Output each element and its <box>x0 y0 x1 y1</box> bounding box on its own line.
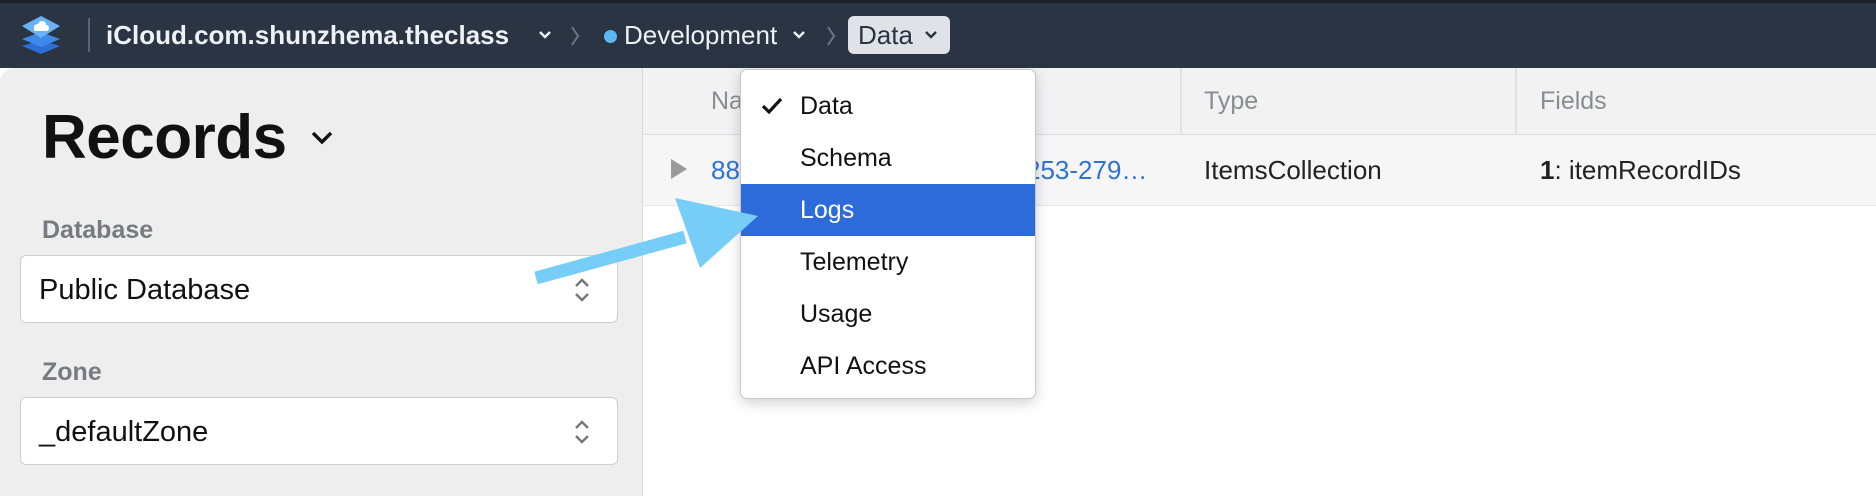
chevron-right-icon <box>827 26 836 46</box>
environment-status-dot <box>604 30 617 43</box>
database-label: Database <box>42 216 154 244</box>
zone-select[interactable]: _defaultZone <box>20 397 618 465</box>
chevron-down-icon[interactable] <box>310 130 334 146</box>
record-fields-names: : itemRecordIDs <box>1554 155 1741 185</box>
breadcrumb-environment[interactable]: Development <box>624 20 777 50</box>
page-title: Records <box>42 103 287 172</box>
menu-item-usage[interactable]: Usage <box>741 288 1035 340</box>
menu-item-label: Telemetry <box>800 248 909 276</box>
updown-chevron-icon <box>575 278 589 302</box>
updown-chevron-icon <box>575 420 589 444</box>
cloudkit-layers-icon[interactable] <box>18 12 64 58</box>
database-select-value: Public Database <box>39 274 251 306</box>
menu-item-label: API Access <box>800 352 927 380</box>
record-fields: 1: itemRecordIDs <box>1540 154 1741 186</box>
database-select[interactable]: Public Database <box>20 255 618 323</box>
disclosure-triangle-icon[interactable] <box>671 159 687 179</box>
records-sidebar: Records Database Public Database Zone _d… <box>0 68 643 496</box>
zone-select-value: _defaultZone <box>39 416 209 448</box>
toolbar-separator <box>88 18 90 52</box>
record-fields-count: 1 <box>1540 155 1555 185</box>
column-header-type[interactable]: Type <box>1204 86 1258 116</box>
menu-item-logs[interactable]: Logs <box>741 184 1035 236</box>
menu-item-data[interactable]: Data <box>741 80 1035 132</box>
chevron-down-icon[interactable] <box>792 30 806 40</box>
column-header-fields[interactable]: Fields <box>1540 86 1607 116</box>
chevron-down-icon[interactable] <box>538 30 552 40</box>
zone-label: Zone <box>42 358 102 386</box>
menu-item-label: Data <box>800 92 853 120</box>
chevron-down-icon <box>925 31 937 39</box>
column-divider[interactable] <box>1180 68 1182 134</box>
record-name-link[interactable]: 88 <box>711 154 740 186</box>
section-switcher-button[interactable]: Data <box>848 16 950 54</box>
checkmark-icon <box>761 97 783 115</box>
column-header-name[interactable]: Na <box>711 86 743 116</box>
menu-item-telemetry[interactable]: Telemetry <box>741 236 1035 288</box>
record-type: ItemsCollection <box>1204 155 1382 185</box>
breadcrumb-container[interactable]: iCloud.com.shunzhema.theclass <box>106 20 509 50</box>
menu-item-api-access[interactable]: API Access <box>741 340 1035 392</box>
top-navigation-bar: iCloud.com.shunzhema.theclass Developmen… <box>0 0 1876 68</box>
window-edge <box>0 0 1876 3</box>
menu-item-label: Logs <box>800 196 855 224</box>
menu-item-label: Usage <box>800 300 873 328</box>
section-switcher-label: Data <box>858 20 913 50</box>
record-name-link-tail[interactable]: 253-279… <box>1026 154 1147 186</box>
section-dropdown-menu: Data Schema Logs Telemetry Usage API Acc… <box>740 69 1036 399</box>
menu-item-schema[interactable]: Schema <box>741 132 1035 184</box>
chevron-right-icon <box>571 26 580 46</box>
column-divider[interactable] <box>1515 68 1517 134</box>
menu-item-label: Schema <box>800 144 892 172</box>
